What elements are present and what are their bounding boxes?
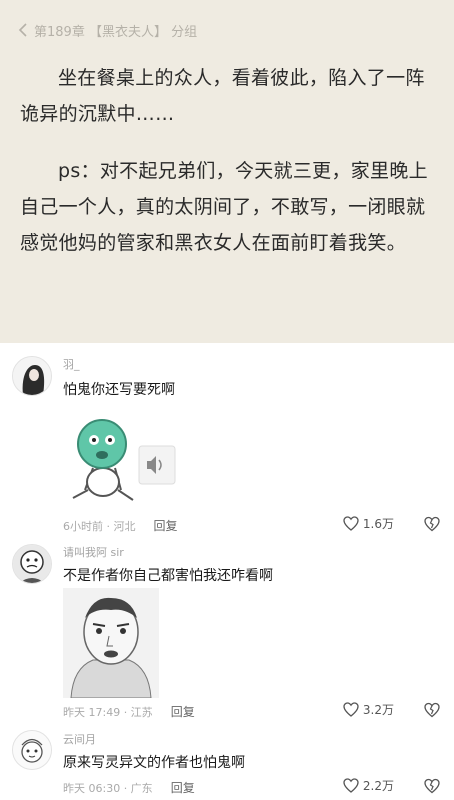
comment-username[interactable]: 请叫我阿 sir [63,544,124,560]
heart-outline-icon [343,516,359,531]
reader-page: 第189章 【黑衣夫人】 分组 坐在餐桌上的众人，看着彼此，陷入了一阵诡异的沉默… [0,0,454,343]
chevron-left-icon[interactable] [16,21,30,39]
comment-text: 原来写灵异文的作者也怕鬼啊 [63,755,245,771]
avatar[interactable] [12,356,52,396]
comment-time: 6小时前 · 河北 [63,519,136,533]
reader-header[interactable]: 第189章 【黑衣夫人】 分组 [16,20,197,40]
chapter-title: 第189章 【黑衣夫人】 分组 [34,24,198,40]
avatar[interactable] [12,730,52,770]
comment-sticker[interactable] [63,588,159,698]
like-count: 1.6万 [362,517,394,531]
like-button[interactable]: 3.2万 [343,701,394,718]
comment-meta: 昨天 06:30 · 广东 回复 [63,779,195,796]
comment-username[interactable]: 羽_ [63,356,80,372]
comment-text: 不是作者你自己都害怕我还咋看啊 [63,568,273,584]
broken-heart-icon[interactable] [424,702,440,718]
broken-heart-icon[interactable] [424,516,440,532]
comment-sticker[interactable] [63,408,181,510]
broken-heart-icon[interactable] [424,778,440,794]
like-button[interactable]: 1.6万 [343,515,394,532]
comment-username[interactable]: 云间月 [63,731,96,747]
heart-outline-icon [343,702,359,717]
like-count: 2.2万 [362,779,394,793]
comment-item: 羽_ 怕鬼你还写要死啊 6小时前 · 河北 回复 1.6万 [0,343,454,541]
comment-text: 怕鬼你还写要死啊 [63,382,175,398]
reply-button[interactable]: 回复 [154,517,178,534]
comment-item: 云间月 原来写灵异文的作者也怕鬼啊 昨天 06:30 · 广东 回复 2.2万 [0,724,454,800]
reader-paragraph-1: 坐在餐桌上的众人，看着彼此，陷入了一阵诡异的沉默中…… [20,67,425,125]
comment-time: 昨天 06:30 · 广东 [63,781,153,795]
reply-button[interactable]: 回复 [171,779,195,796]
comment-meta: 6小时前 · 河北 回复 [63,517,178,534]
comment-time: 昨天 17:49 · 江苏 [63,705,153,719]
heart-outline-icon [343,778,359,793]
comment-meta: 昨天 17:49 · 江苏 回复 [63,703,195,720]
avatar[interactable] [12,544,52,584]
comment-item: 请叫我阿 sir 不是作者你自己都害怕我还咋看啊 昨天 17:49 · 江苏 回… [0,541,454,724]
reader-paragraph-2: ps：对不起兄弟们，今天就三更，家里晚上自己一个人，真的太阴间了，不敢写，一闭眼… [20,160,428,254]
like-count: 3.2万 [362,703,394,717]
like-button[interactable]: 2.2万 [343,777,394,794]
reply-button[interactable]: 回复 [171,703,195,720]
